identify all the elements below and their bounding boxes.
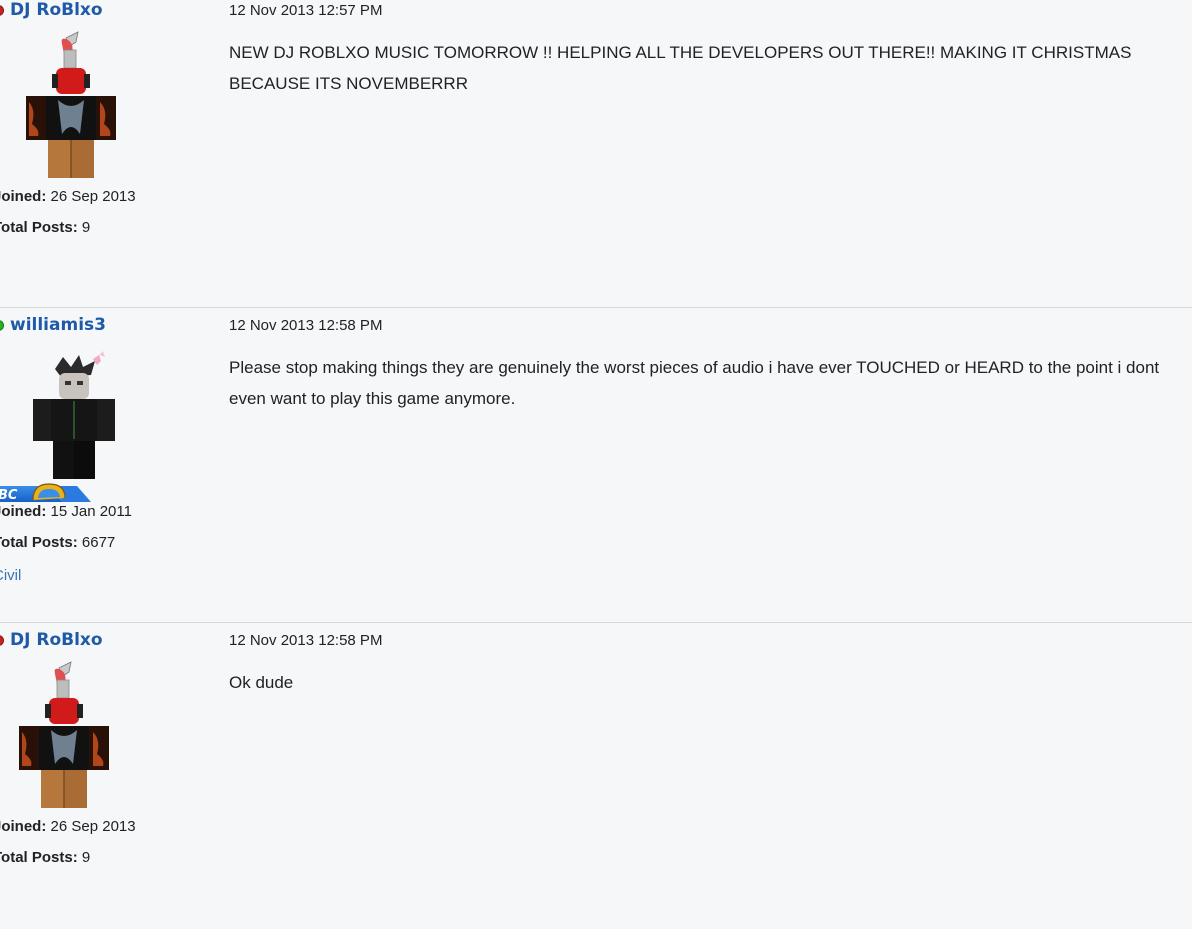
username-link[interactable]: DJ RoBlxo [10, 630, 103, 650]
joined-value: 26 Sep 2013 [50, 188, 136, 205]
black-suit-avatar[interactable] [21, 349, 131, 504]
joined-date: Joined: 15 Jan 2011 [0, 503, 132, 520]
forum-rank-link[interactable]: Civil [0, 567, 21, 584]
red-headed-avatar[interactable] [18, 30, 128, 185]
forum-thread: DJ RoBlxo oined: 26 Sep 2013 Total Posts… [0, 0, 1192, 929]
joined-value: 15 Jan 2011 [50, 503, 132, 520]
total-posts-value: 9 [81, 849, 91, 866]
username-row: DJ RoBlxo [0, 0, 103, 20]
username-row: DJ RoBlxo [0, 630, 103, 650]
forum-post: DJ RoBlxo Joined: 26 [0, 630, 1192, 929]
offline-status-icon [0, 4, 4, 16]
total-posts-value: 9 [81, 219, 91, 236]
joined-value: 26 Sep 2013 [50, 818, 136, 835]
post-body: NEW DJ ROBLXO MUSIC TOMORROW !! HELPING … [229, 43, 1132, 93]
joined-date: Joined: 26 Sep 2013 [0, 188, 136, 205]
username-link[interactable]: DJ RoBlxo [10, 0, 103, 20]
total-posts-label: Total Posts: [0, 849, 78, 866]
username-link[interactable]: williamis3 [10, 315, 106, 335]
forum-post: DJ RoBlxo oined: 26 Sep 2013 Total Posts… [0, 0, 1192, 315]
post-divider [0, 307, 1192, 308]
total-posts-label: Total Posts: [0, 219, 78, 236]
username-row: williamis3 [0, 315, 106, 335]
total-posts-value: 6677 [81, 534, 116, 551]
online-status-icon [0, 319, 4, 331]
builders-club-badge: BC [0, 483, 91, 503]
post-body: Please stop making things they are genui… [229, 358, 1160, 408]
joined-label: Joined: [0, 818, 47, 835]
red-headed-avatar[interactable] [11, 660, 121, 815]
joined-label: Joined: [0, 503, 47, 520]
post-body: Ok dude [229, 673, 294, 692]
offline-status-icon [0, 634, 4, 646]
forum-post: williamis3 C oined: 15 Jan 2011 Total Po… [0, 315, 1192, 630]
joined-label: Joined: [0, 188, 47, 205]
post-divider [0, 622, 1192, 623]
joined-date: Joined: 26 Sep 2013 [0, 818, 136, 835]
total-posts: Total Posts: 9 [0, 219, 90, 236]
post-timestamp: 12 Nov 2013 12:58 PM [229, 317, 383, 334]
post-timestamp: 12 Nov 2013 12:57 PM [229, 2, 383, 19]
total-posts: Total Posts: 6677 [0, 534, 115, 551]
badge-text: BC [0, 488, 18, 503]
total-posts-label: Total Posts: [0, 534, 78, 551]
post-timestamp: 12 Nov 2013 12:58 PM [229, 632, 383, 649]
total-posts: Total Posts: 9 [0, 849, 90, 866]
